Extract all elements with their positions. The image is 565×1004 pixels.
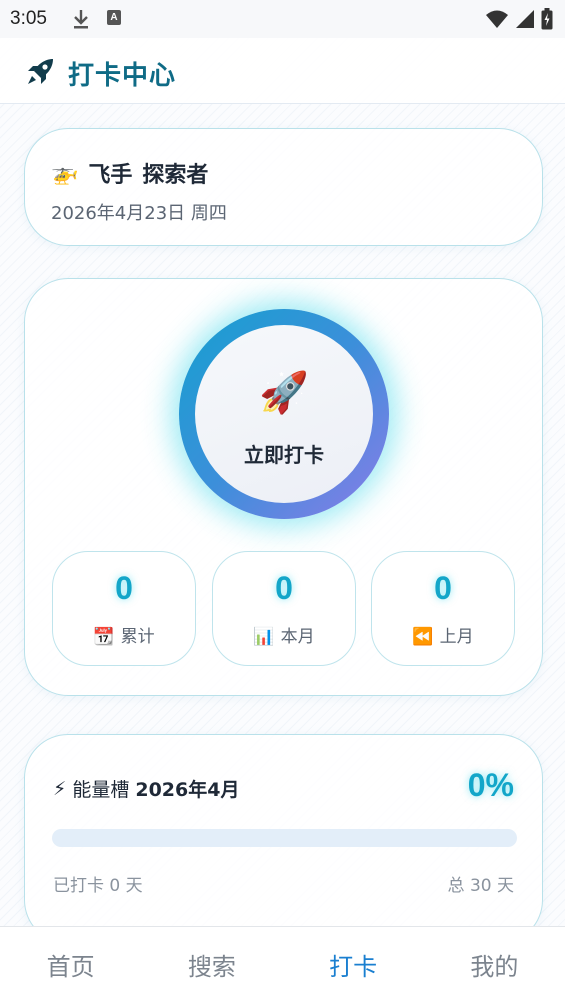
checkin-card: 🚀 立即打卡 0 📆 累计 0 📊 本月 0 ⏪ 上月 — [24, 278, 543, 696]
status-icons — [485, 8, 553, 34]
rocket-icon — [24, 56, 56, 92]
helicopter-icon: 🚁 — [51, 160, 79, 186]
stat-this-month: 0 📊 本月 — [212, 551, 356, 666]
status-bar: 3:05 A — [0, 0, 565, 38]
stat-last-month: 0 ⏪ 上月 — [371, 551, 515, 666]
nav-home[interactable]: 首页 — [0, 927, 141, 1004]
user-title: 探索者 — [142, 163, 209, 188]
checkin-button-face[interactable]: 🚀 立即打卡 — [195, 325, 373, 503]
stat-last-month-label: ⏪ 上月 — [372, 622, 514, 647]
stat-this-month-label: 📊 本月 — [213, 622, 355, 647]
energy-checked-days: 已打卡 0 天 — [53, 876, 143, 896]
nav-checkin[interactable]: 打卡 — [283, 927, 424, 1004]
bar-chart-icon: 📊 — [253, 627, 275, 647]
page-title: 打卡中心 — [68, 61, 177, 91]
energy-total-days: 总 30 天 — [447, 876, 514, 896]
stat-total-text: 累计 — [120, 627, 155, 647]
nav-search[interactable]: 搜索 — [141, 927, 282, 1004]
energy-month: 2026年4月 — [135, 779, 240, 801]
rocket-emoji-icon: 🚀 — [259, 370, 309, 416]
user-card: 🚁 飞手 探索者 2026年4月23日 周四 — [24, 128, 543, 246]
signal-icon — [515, 9, 535, 33]
energy-card: ⚡ 能量槽 2026年4月 0% 已打卡 0 天 总 30 天 — [24, 734, 543, 944]
energy-progress-bar — [52, 829, 517, 847]
user-name: 飞手 — [88, 163, 133, 188]
user-line: 🚁 飞手 探索者 — [51, 157, 208, 189]
nav-mine[interactable]: 我的 — [424, 927, 565, 1004]
calendar-icon: 📆 — [93, 627, 115, 647]
stat-this-month-value: 0 — [275, 570, 293, 606]
app-header: 打卡中心 — [0, 38, 565, 104]
stat-last-month-text: 上月 — [439, 627, 474, 647]
energy-percent: 0% — [467, 767, 514, 803]
energy-label: 能量槽 — [72, 779, 130, 801]
rewind-icon: ⏪ — [412, 627, 434, 647]
wifi-icon — [485, 9, 509, 33]
checkin-button[interactable]: 🚀 立即打卡 — [179, 309, 389, 519]
bottom-nav: 首页 搜索 打卡 我的 — [0, 926, 565, 1004]
stat-last-month-value: 0 — [434, 570, 452, 606]
stat-total-value: 0 — [115, 570, 133, 606]
stat-this-month-text: 本月 — [280, 627, 315, 647]
stat-total-label: 📆 累计 — [53, 622, 195, 647]
checkin-button-label: 立即打卡 — [244, 443, 324, 467]
battery-icon — [541, 8, 553, 34]
stat-total: 0 📆 累计 — [52, 551, 196, 666]
energy-title: ⚡ 能量槽 2026年4月 — [53, 775, 239, 802]
download-icon — [72, 8, 90, 34]
lightning-icon: ⚡ — [53, 777, 67, 800]
a-icon: A — [107, 10, 121, 25]
status-time: 3:05 — [10, 8, 47, 29]
current-date: 2026年4月23日 周四 — [51, 203, 227, 224]
